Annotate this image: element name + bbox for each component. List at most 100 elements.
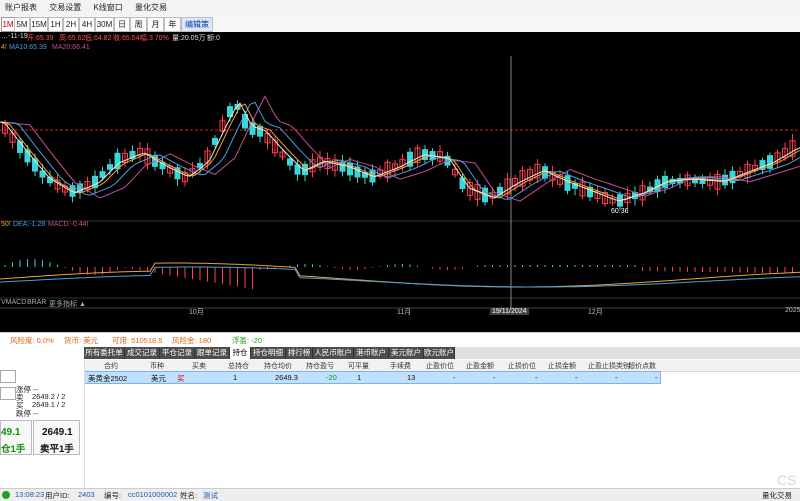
status-code-label: 编号: [104,491,122,500]
status-name: 测试 [203,491,218,500]
candle-body [92,175,98,189]
chart-amount: 额:0 [207,35,220,42]
buy-open-label: 仓1手 [1,444,26,455]
status-bar: 13:08:23 用户ID: 2403 编号: cc0101000002 姓名:… [0,488,800,501]
buy-open-button[interactable]: 49.1 仓1手 [0,420,32,455]
chart-change: 幅:3.70% [140,35,169,42]
cell-pl: -20 [326,373,337,382]
cell-total: 1 [233,373,238,382]
available-funds: 可用: 510518.5 [112,336,163,345]
col-sl-amount: 止损金额 [548,363,576,370]
cell-closable: 1 [357,373,362,382]
indicator-tab-brar[interactable]: BRAR [27,299,46,306]
tf-30m-button[interactable]: 30M [95,17,114,32]
candle-body [459,177,466,189]
tab-close-records[interactable]: 平仓记录 [160,347,195,359]
col-total: 总持仓 [228,363,249,370]
account-currency: 货币: 美元 [64,336,99,345]
timeframe-toolbar: 1M 5M 15M 1H 2H 4H 30M 日 周 月 年 编辑策略 [0,16,800,42]
sell-close-label: 卖平1手 [40,444,74,455]
col-avg-price: 持仓均价 [264,363,292,370]
tab-trade-records[interactable]: 成交记录 [125,347,160,359]
cell-side: 买 [177,374,185,383]
tf-year-button[interactable]: 年 [164,17,181,32]
cell-over-points: - [655,373,658,382]
tab-cny-account[interactable]: 人民币账户 [313,347,354,359]
status-right-label: 量化交易 [762,491,792,500]
bottom-tab-bar: 所有委托单 成交记录 平仓记录 跟单记录 持仓 持仓明细 排行榜 人民币账户 港… [84,347,800,359]
menu-trade-settings[interactable]: 交易设置 [44,0,86,16]
tf-day-button[interactable]: 日 [114,17,130,32]
status-time: 13:08:23 [15,490,45,499]
col-closable: 可平量 [348,363,369,370]
x-label-nov: 11月 [397,309,412,316]
tf-5m-button[interactable]: 5M [14,17,30,32]
col-pl: 持仓盈亏 [306,363,334,370]
tf-15m-button[interactable]: 15M [30,17,48,32]
col-tp-amount: 止盈金额 [466,363,494,370]
menu-kline-window[interactable]: K线窗口 [88,0,127,16]
cell-tp-price: - [453,373,456,382]
quantity-input[interactable] [0,370,16,383]
dif-line [0,262,800,288]
connection-status-icon [2,491,10,499]
tf-week-button[interactable]: 周 [130,17,147,32]
edit-strategy-button[interactable]: 编辑策略 [181,17,213,42]
status-user-label: 用户ID: [45,491,70,500]
chart-high: 高:65.62 [59,35,86,42]
col-sl-price: 止损价位 [508,363,536,370]
tab-all-orders[interactable]: 所有委托单 [84,347,125,359]
sell-close-button[interactable]: 2649.1 卖平1手 [33,420,80,455]
cell-tp-sl-type: - [615,373,618,382]
col-fee: 手续费 [390,363,411,370]
kline-chart[interactable]: …-11-19 开:65.39 高:65.62 低:64.82 收:65.54 … [0,32,800,332]
col-side: 买卖 [192,363,206,370]
cell-tp-amount: - [493,373,496,382]
account-info-bar: 风险度: 0.0% 货币: 美元 可用: 510518.5 风险金: 180 浮… [0,332,800,347]
tab-ranking[interactable]: 排行榜 [286,347,313,359]
tab-follow-records[interactable]: 跟单记录 [195,347,230,359]
tab-eur-account[interactable]: 欧元账户 [424,347,455,359]
risk-margin: 风险金: 180 [172,336,212,345]
table-row[interactable]: 美黄金2502 美元 买 1 2649.3 -20 1 13 - - - - -… [84,371,661,384]
tf-2h-button[interactable]: 2H [63,17,79,32]
x-label-oct: 10月 [189,309,204,316]
cell-avg-price: 2649.3 [275,373,298,382]
tf-4h-button[interactable]: 4H [79,17,95,32]
col-over-points: 超价点数 [628,363,656,370]
dea-value: DEA:-1.28 [13,221,46,228]
cell-fee: 13 [407,373,416,382]
ma10-value: MA10:65.39 [9,44,47,51]
indicator-tab-vmacd[interactable]: VMACD [1,299,26,306]
cell-currency: 美元 [151,374,166,383]
tf-1m-button[interactable]: 1M [1,17,15,32]
menu-quant-trading[interactable]: 量化交易 [130,0,172,16]
col-currency: 币种 [150,363,164,370]
tab-position-details[interactable]: 持仓明细 [251,347,286,359]
tf-month-button[interactable]: 月 [147,17,164,32]
tab-hkd-account[interactable]: 港币账户 [354,347,389,359]
chart-low: 低:64.82 [85,35,112,42]
candle-body [107,164,113,170]
ma-prefix: 4! [1,44,7,51]
candle-body [287,158,293,166]
buy-open-price: 49.1 [1,427,21,438]
kline-chart-canvas[interactable] [0,32,800,332]
tf-1h-button[interactable]: 1H [48,17,63,32]
chart-volume: 量:20.05万 [172,35,206,42]
tab-usd-account[interactable]: 美元账户 [389,347,424,359]
tab-positions[interactable]: 持仓 [230,347,251,359]
crosshair-date-label: 19/11/2024 [490,308,529,315]
menu-account-report[interactable]: 账户报表 [0,0,42,16]
cell-sl-price: - [535,373,538,382]
price-input[interactable] [0,387,16,400]
more-indicators-button[interactable]: 更多指标 ▲ [49,299,86,309]
risk-rate: 风险度: 0.0% [10,336,54,345]
status-user-id: 2403 [78,490,95,499]
col-tp-price: 止盈价位 [426,363,454,370]
status-code: cc0101000002 [128,490,178,499]
x-label-2025: 2025 [785,307,800,314]
x-label-dec: 12月 [588,309,603,316]
macd-value: MACD:-0.44! [48,221,89,228]
watermark: CS [777,472,797,488]
